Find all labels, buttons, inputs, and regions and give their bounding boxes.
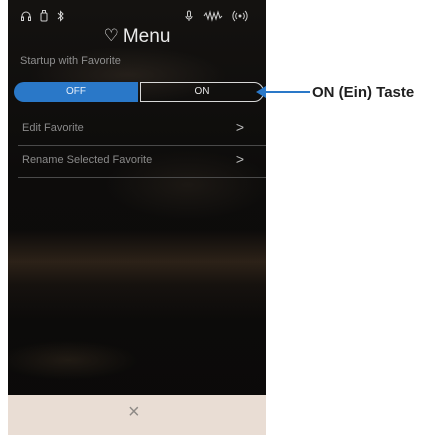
callout-label: ON (Ein) Taste <box>312 84 415 101</box>
callout-arrow <box>256 86 310 98</box>
